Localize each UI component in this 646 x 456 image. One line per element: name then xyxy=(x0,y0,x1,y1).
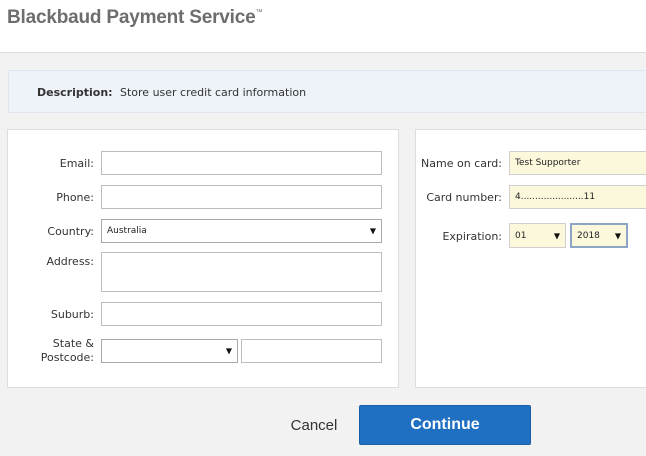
chevron-down-icon: ▼ xyxy=(614,231,621,240)
email-label: Email: xyxy=(59,157,94,170)
expiration-year-select[interactable]: 2018 ▼ xyxy=(570,223,628,248)
expiration-month-select[interactable]: 01 ▼ xyxy=(509,223,566,248)
continue-button[interactable]: Continue xyxy=(359,405,531,445)
country-label: Country: xyxy=(47,225,94,238)
state-label: State & xyxy=(52,337,94,350)
card-number-field[interactable] xyxy=(509,185,646,209)
chevron-down-icon: ▼ xyxy=(225,346,232,356)
state-postcode-label: State & Postcode: xyxy=(16,337,94,365)
cancel-button[interactable]: Cancel xyxy=(280,412,348,438)
expiration-year-value: 2018 xyxy=(577,230,600,241)
address-label: Address: xyxy=(46,255,94,268)
suburb-label: Suburb: xyxy=(50,308,94,321)
country-select[interactable]: Australia ▼ xyxy=(101,219,382,243)
phone-field[interactable] xyxy=(101,185,382,209)
card-number-label: Card number: xyxy=(426,191,502,204)
description-bar: Description: Store user credit card info… xyxy=(8,70,646,113)
phone-label: Phone: xyxy=(56,191,94,204)
name-on-card-field[interactable] xyxy=(509,151,646,175)
postcode-field[interactable] xyxy=(241,339,382,363)
header: Blackbaud Payment Service™ xyxy=(0,0,646,53)
card-panel: Name on card: Card number: Expiration: 0… xyxy=(415,129,646,388)
state-select[interactable]: ▼ xyxy=(101,339,238,363)
description-value: Store user credit card information xyxy=(120,86,307,99)
country-value: Australia xyxy=(107,226,147,236)
expiration-month-value: 01 xyxy=(515,230,527,241)
brand-logo: Blackbaud Payment Service™ xyxy=(7,7,262,29)
chevron-down-icon: ▼ xyxy=(369,226,376,236)
billing-panel: Email: Phone: Country: Australia ▼ Addre… xyxy=(7,129,399,388)
description-label: Description: xyxy=(37,86,113,99)
expiration-label: Expiration: xyxy=(442,230,502,243)
address-field[interactable] xyxy=(101,252,382,292)
trademark-symbol: ™ xyxy=(255,9,263,16)
chevron-down-icon: ▼ xyxy=(553,231,560,240)
suburb-field[interactable] xyxy=(101,302,382,326)
postcode-label: Postcode: xyxy=(40,351,94,364)
name-on-card-label: Name on card: xyxy=(421,157,502,170)
email-field[interactable] xyxy=(101,151,382,175)
brand-name: Blackbaud Payment Service xyxy=(7,7,256,28)
